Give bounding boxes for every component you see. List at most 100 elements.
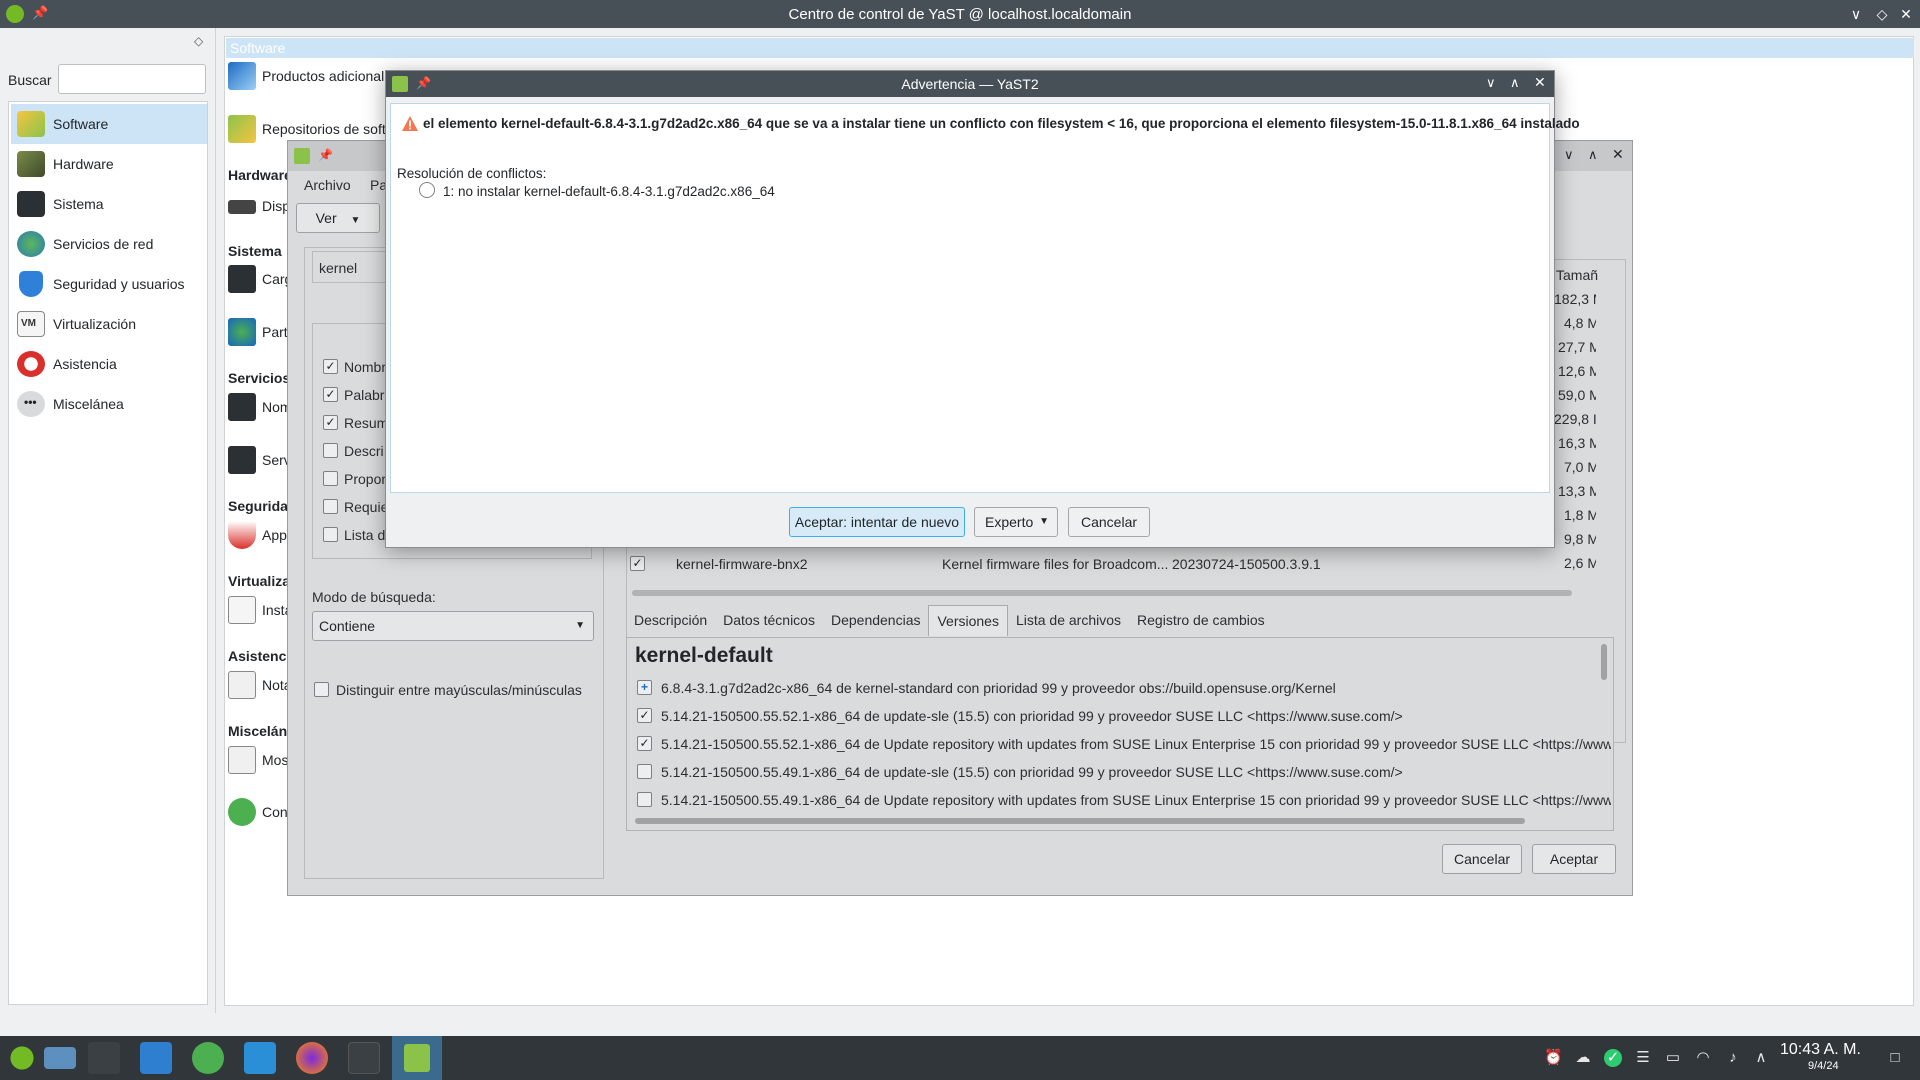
keyboard-icon: [228, 200, 256, 214]
dialog-title: Advertencia — YaST2: [901, 76, 1039, 92]
retry-button[interactable]: Aceptar: intentar de nuevo: [789, 507, 965, 537]
resolution-option-radio[interactable]: [419, 182, 435, 198]
pin-icon[interactable]: 📌: [318, 148, 333, 162]
conflict-resolution-label: Resolución de conflictos:: [397, 166, 547, 181]
collapse-icon[interactable]: ◇: [194, 34, 203, 48]
volume-icon[interactable]: ♪: [1724, 1049, 1742, 1067]
module-show-log[interactable]: Mos: [228, 746, 288, 776]
dialog-cancel-button[interactable]: Cancelar: [1068, 507, 1150, 537]
view-button[interactable]: Ver ▼: [296, 203, 380, 233]
module-boot-loader[interactable]: Carg: [228, 265, 292, 295]
category-virtualization[interactable]: VM Virtualización: [11, 304, 207, 344]
yast-gecko-icon[interactable]: [192, 1042, 224, 1074]
category-network-services[interactable]: Servicios de red: [11, 224, 207, 264]
close-icon[interactable]: ✕: [1612, 146, 1624, 163]
search-mode-select[interactable]: Contiene ▼: [312, 611, 594, 641]
version-checkbox[interactable]: ✓: [637, 708, 652, 723]
release-notes-icon: [228, 671, 256, 699]
expert-button[interactable]: Experto ▼: [974, 507, 1058, 537]
list-hscrollbar[interactable]: [632, 590, 1572, 596]
notifications-icon[interactable]: ⏰: [1544, 1049, 1563, 1067]
case-sensitive-checkbox[interactable]: [314, 682, 329, 697]
module-partitioner[interactable]: Part: [228, 318, 288, 348]
wifi-icon[interactable]: ◠: [1694, 1049, 1712, 1067]
expert-button-label: Experto: [985, 514, 1034, 530]
search-input[interactable]: [58, 64, 206, 94]
minimize-icon[interactable]: ∨: [1564, 147, 1574, 163]
tab-dependencies[interactable]: Dependencias: [823, 605, 929, 635]
version-checkbox[interactable]: [637, 764, 652, 779]
filter-summary-checkbox[interactable]: ✓: [323, 415, 338, 430]
version-install-checkbox[interactable]: +: [637, 680, 652, 695]
module-label: Productos adicional: [262, 68, 385, 84]
module-hostnames[interactable]: Nom: [228, 393, 292, 423]
filter-filelist-checkbox[interactable]: [323, 527, 338, 542]
tab-changelog[interactable]: Registro de cambios: [1129, 605, 1273, 635]
tab-versions[interactable]: Versiones: [928, 604, 1008, 636]
clipboard-icon[interactable]: ☰: [1634, 1049, 1652, 1067]
updates-icon[interactable]: ✓: [1604, 1049, 1622, 1067]
version-checkbox[interactable]: ✓: [637, 736, 652, 751]
module-control-center[interactable]: Cont: [228, 798, 292, 828]
group-virtualization: Virtualiza: [228, 573, 290, 589]
module-add-on-products[interactable]: Productos adicional: [228, 62, 388, 92]
size-cell: 12,6 M: [1558, 363, 1596, 379]
versions-hscrollbar[interactable]: [635, 818, 1525, 824]
size-cell: 1,8 M: [1564, 507, 1596, 523]
filter-description-checkbox[interactable]: [323, 443, 338, 458]
tray-expand-icon[interactable]: ∧: [1752, 1049, 1770, 1067]
dialog-cancel-label: Cancelar: [1080, 514, 1138, 530]
tab-description[interactable]: Descripción: [626, 605, 715, 635]
minimize-icon[interactable]: ∨: [1486, 75, 1496, 91]
resolution-option-label[interactable]: 1: no instalar kernel-default-6.8.4-3.1.…: [443, 184, 775, 199]
minimize-icon[interactable]: ∨: [1846, 4, 1866, 24]
opensuse-menu-icon[interactable]: [6, 1042, 38, 1074]
cloud-icon[interactable]: ☁: [1574, 1049, 1592, 1067]
category-label: Servicios de red: [53, 236, 154, 252]
tab-technical-data[interactable]: Datos técnicos: [715, 605, 823, 635]
module-hardware[interactable]: Disp: [228, 192, 290, 222]
show-desktop-icon[interactable]: □: [1886, 1049, 1904, 1067]
sw-cancel-button[interactable]: Cancelar: [1442, 844, 1522, 874]
version-text: 6.8.4-3.1.g7d2ad2c-x86_64 de kernel-stan…: [661, 680, 1336, 696]
category-support[interactable]: Asistencia: [11, 344, 207, 384]
maximize-icon[interactable]: ∧: [1510, 75, 1520, 91]
terminal-icon[interactable]: [348, 1042, 380, 1074]
close-icon[interactable]: ✕: [1896, 4, 1916, 24]
chevron-down-icon: ▼: [1039, 516, 1049, 527]
file-manager-icon[interactable]: [244, 1042, 276, 1074]
tab-file-list[interactable]: Lista de archivos: [1008, 605, 1129, 635]
system-settings-icon[interactable]: [88, 1042, 120, 1074]
package-name[interactable]: kernel-firmware-bnx2: [676, 556, 807, 572]
clock-time[interactable]: 10:43 A. M.: [1780, 1041, 1861, 1059]
desktop-icon[interactable]: [44, 1047, 76, 1069]
category-hardware[interactable]: Hardware: [11, 144, 207, 184]
filter-requires-checkbox[interactable]: [323, 499, 338, 514]
firefox-icon[interactable]: [296, 1042, 328, 1074]
module-apparmor[interactable]: App: [228, 521, 288, 551]
filter-keywords-checkbox[interactable]: ✓: [323, 387, 338, 402]
battery-icon[interactable]: ▭: [1664, 1049, 1682, 1067]
sw-accept-button[interactable]: Aceptar: [1532, 844, 1616, 874]
support-icon: [17, 351, 45, 377]
menu-file[interactable]: Archivo: [304, 177, 351, 193]
category-security[interactable]: Seguridad y usuarios: [11, 264, 207, 304]
package-checkbox[interactable]: ✓: [630, 556, 645, 571]
category-software[interactable]: Software: [11, 104, 207, 144]
maximize-icon[interactable]: ∧: [1588, 147, 1598, 163]
module-server[interactable]: Serv: [228, 446, 291, 476]
filter-name-checkbox[interactable]: ✓: [323, 359, 338, 374]
category-label: Asistencia: [53, 356, 117, 372]
version-checkbox[interactable]: [637, 792, 652, 807]
store-icon[interactable]: [140, 1042, 172, 1074]
module-release-notes[interactable]: Nota: [228, 671, 292, 701]
filter-provides-checkbox[interactable]: [323, 471, 338, 486]
category-misc[interactable]: ••• Miscelánea: [11, 384, 207, 424]
close-icon[interactable]: ✕: [1534, 74, 1546, 91]
maximize-icon[interactable]: ◇: [1872, 4, 1892, 24]
versions-vscrollbar[interactable]: [1601, 644, 1607, 680]
module-install-hypervisor[interactable]: Insta: [228, 596, 292, 626]
security-icon: [19, 271, 43, 297]
network-services-icon: [17, 231, 45, 257]
category-system[interactable]: Sistema: [11, 184, 207, 224]
